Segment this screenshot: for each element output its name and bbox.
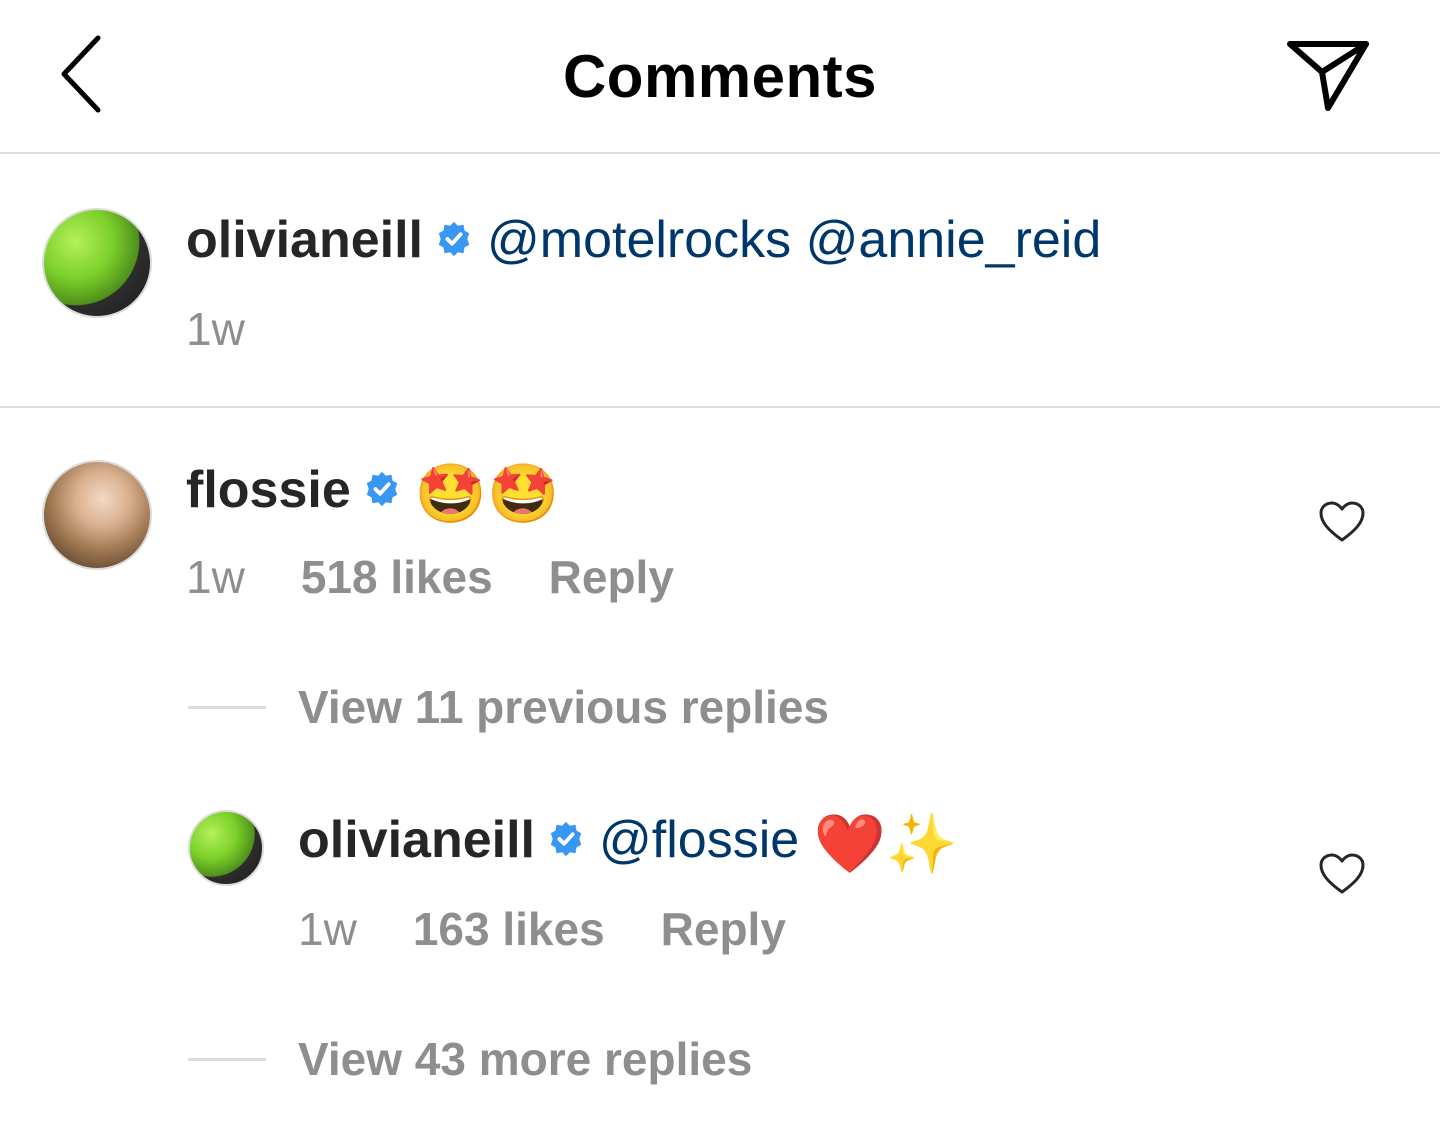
reply-button[interactable]: Reply	[549, 551, 674, 603]
view-more-replies-button[interactable]: View 43 more replies	[298, 1032, 752, 1086]
avatar[interactable]	[188, 810, 264, 886]
caption-line: olivianeill @motelrocks @annie_reid	[186, 210, 1101, 270]
post-caption: olivianeill @motelrocks @annie_reid 1w	[0, 154, 1440, 408]
paper-plane-icon	[1287, 41, 1369, 111]
verified-badge-icon	[438, 222, 470, 257]
avatar[interactable]	[42, 460, 152, 570]
heart-icon	[1319, 853, 1365, 894]
timestamp: 1w	[186, 303, 245, 355]
page-title: Comments	[562, 43, 878, 110]
reply-line: olivianeill @flossie ❤️✨	[298, 810, 958, 873]
likes-count[interactable]: 163 likes	[413, 903, 605, 955]
comment-line: flossie 🤩🤩	[186, 460, 559, 523]
heart-icon	[1319, 501, 1365, 542]
comment-meta: 1w 518 likes Reply	[186, 550, 674, 604]
like-button[interactable]	[1318, 852, 1366, 896]
reply-button[interactable]: Reply	[661, 903, 786, 955]
like-button[interactable]	[1318, 500, 1366, 544]
mention-link[interactable]: @annie_reid	[806, 211, 1102, 269]
timestamp: 1w	[298, 903, 357, 955]
verified-badge-icon	[366, 472, 397, 507]
likes-count[interactable]: 518 likes	[301, 551, 493, 603]
caption-meta: 1w	[186, 302, 245, 356]
timestamp: 1w	[186, 551, 245, 603]
reply-meta: 1w 163 likes Reply	[298, 902, 786, 956]
header-bar: Comments	[0, 0, 1440, 154]
comment-emoji: 🤩🤩	[414, 459, 560, 528]
comment-username[interactable]: flossie	[186, 461, 351, 519]
reply-emoji: ❤️✨	[813, 809, 959, 878]
avatar[interactable]	[42, 208, 152, 318]
share-button[interactable]	[1284, 36, 1374, 116]
reply-username[interactable]: olivianeill	[298, 811, 535, 869]
replies-divider	[188, 706, 266, 709]
view-previous-replies-button[interactable]: View 11 previous replies	[298, 680, 829, 734]
mention-link[interactable]: @motelrocks	[487, 211, 791, 269]
replies-divider	[188, 1058, 266, 1061]
caption-username[interactable]: olivianeill	[186, 211, 423, 269]
mention-link[interactable]: @flossie	[599, 811, 799, 869]
verified-badge-icon	[550, 822, 582, 857]
